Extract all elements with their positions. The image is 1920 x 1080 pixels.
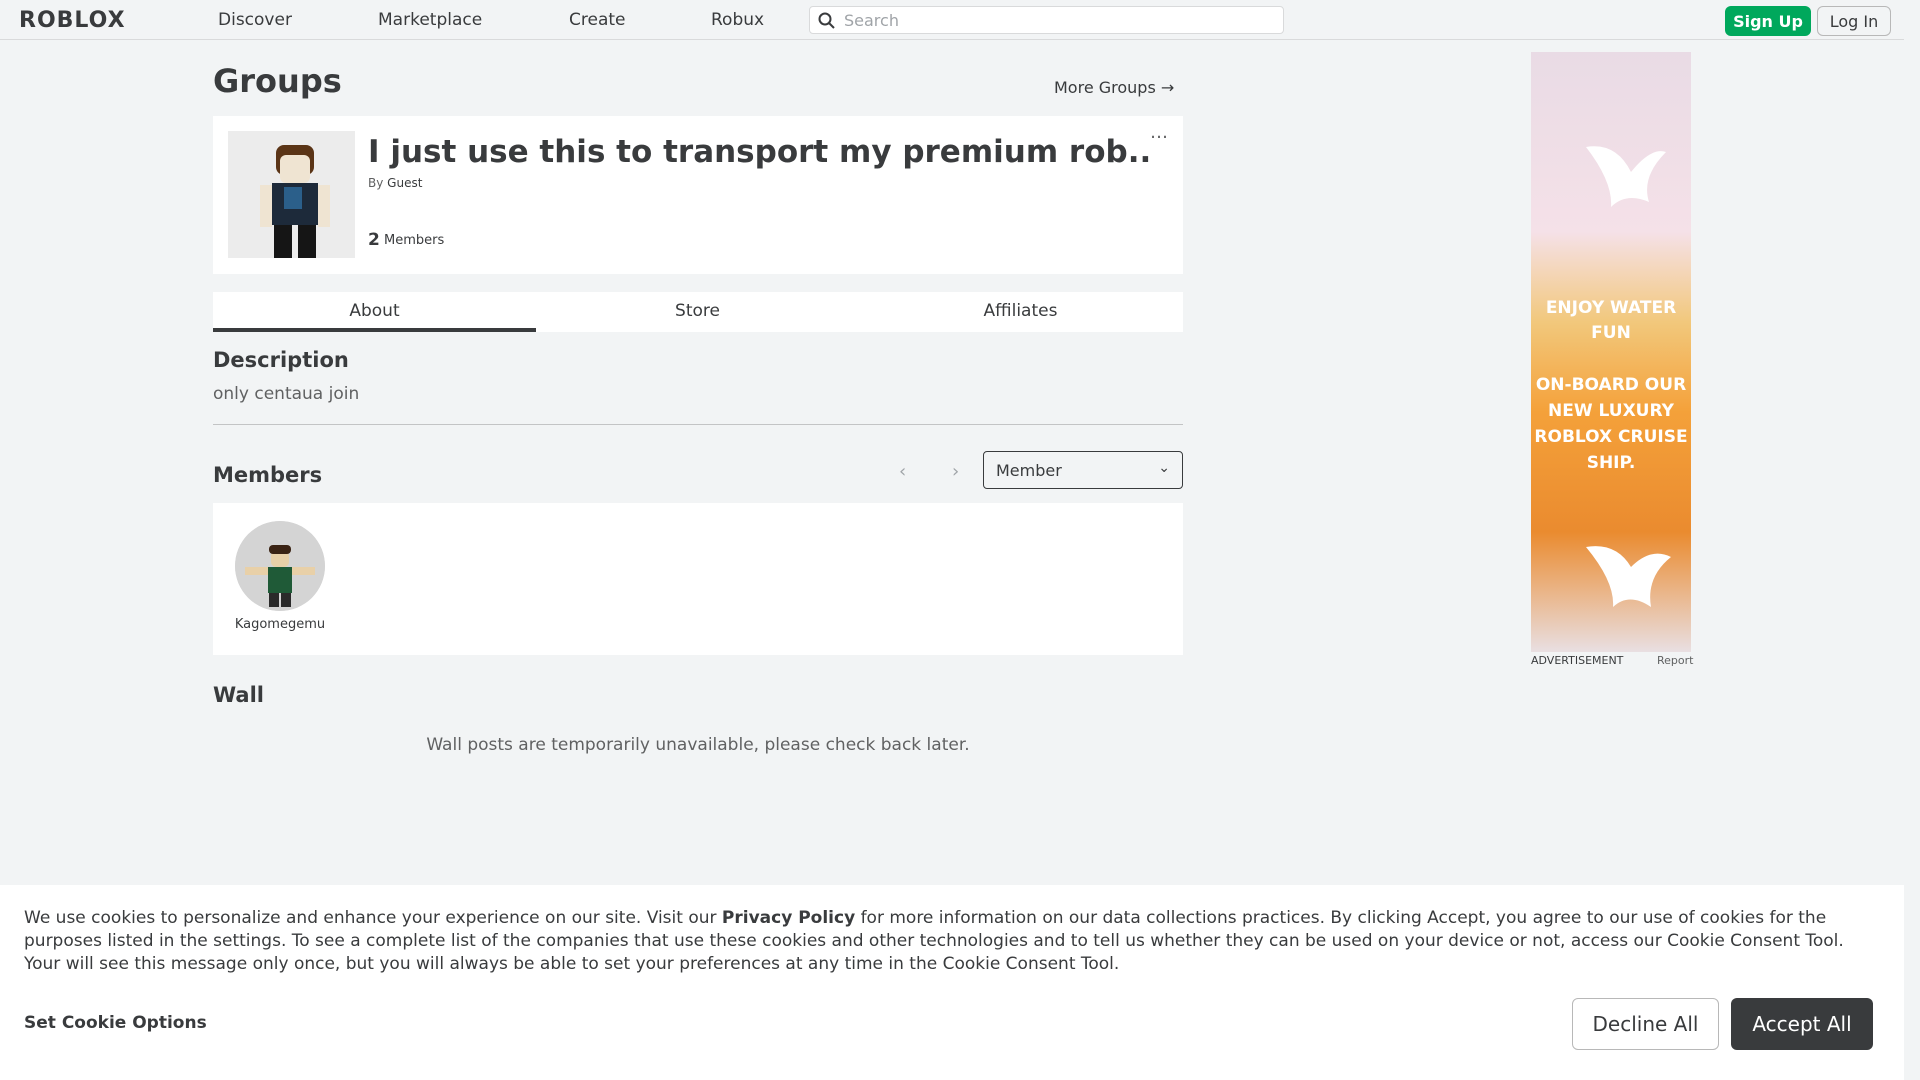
search-box[interactable]: [809, 6, 1284, 34]
tab-store[interactable]: Store: [536, 292, 859, 332]
member-name[interactable]: Kagomegemu: [221, 617, 339, 632]
chevron-down-icon: ⌄: [1158, 460, 1170, 476]
search-icon: [818, 12, 835, 29]
seagull-icon: [1586, 146, 1671, 607]
group-emblem-image: [228, 131, 355, 258]
advertisement-label: ADVERTISEMENT: [1531, 654, 1624, 667]
by-prefix: By: [368, 176, 384, 190]
description-text: only centaua join: [213, 384, 360, 404]
advertisement-banner[interactable]: ENJOY WATER FUN ON-BOARD OUR NEW LUXURY …: [1531, 52, 1691, 652]
description-heading: Description: [213, 348, 349, 372]
privacy-policy-link[interactable]: Privacy Policy: [722, 908, 855, 928]
sign-up-button[interactable]: Sign Up: [1725, 6, 1811, 36]
wall-heading: Wall: [213, 683, 264, 707]
ad-text-line: NEW LUXURY: [1548, 401, 1674, 421]
section-divider: [213, 424, 1183, 425]
previous-page-icon[interactable]: ‹: [899, 461, 906, 482]
decline-all-button[interactable]: Decline All: [1572, 998, 1719, 1050]
role-dropdown-value: Member: [996, 461, 1062, 480]
search-input[interactable]: [844, 10, 1274, 30]
group-header-card: I just use this to transport my premium …: [213, 116, 1183, 274]
nav-create[interactable]: Create: [569, 10, 626, 30]
ad-text-line: ENJOY WATER: [1545, 298, 1677, 318]
wall-unavailable-message: Wall posts are temporarily unavailable, …: [426, 735, 970, 755]
members-heading: Members: [213, 463, 323, 487]
roblox-logo[interactable]: ROBLOX: [19, 8, 126, 33]
nav-robux[interactable]: Robux: [711, 10, 764, 30]
tab-affiliates[interactable]: Affiliates: [859, 292, 1182, 332]
cookie-text-before: We use cookies to personalize and enhanc…: [24, 908, 722, 928]
group-owner-link[interactable]: Guest: [387, 176, 422, 190]
report-ad-link[interactable]: Report: [1657, 654, 1693, 667]
group-name: I just use this to transport my premium …: [368, 134, 1153, 170]
ad-text-line: ROBLOX CRUISE: [1534, 427, 1688, 447]
ad-text-line: ON-BOARD OUR: [1535, 375, 1687, 395]
top-navigation-bar: ROBLOX Discover Marketplace Create Robux…: [0, 0, 1904, 40]
member-count: 2: [368, 230, 380, 250]
avatar-figure-icon: [228, 131, 355, 258]
ad-text-line: SHIP.: [1586, 453, 1636, 473]
nav-discover[interactable]: Discover: [218, 10, 292, 30]
page-title: Groups: [213, 62, 342, 100]
log-in-button[interactable]: Log In: [1817, 6, 1891, 36]
group-tabs: About Store Affiliates: [213, 292, 1183, 332]
nav-marketplace[interactable]: Marketplace: [378, 10, 482, 30]
member-count-label: Members: [384, 233, 445, 248]
next-page-icon[interactable]: ›: [952, 461, 959, 482]
page-scrollbar[interactable]: [1904, 0, 1920, 1080]
set-cookie-options-link[interactable]: Set Cookie Options: [24, 1013, 207, 1033]
tab-about[interactable]: About: [213, 292, 536, 332]
role-dropdown[interactable]: Member ⌄: [983, 451, 1183, 489]
more-groups-link[interactable]: More Groups →: [1054, 78, 1174, 97]
avatar-figure-icon: [235, 521, 325, 611]
member-avatar[interactable]: [235, 521, 325, 611]
members-list: Kagomegemu: [213, 503, 1183, 655]
ad-text-line: FUN: [1591, 323, 1631, 343]
group-owner-line: By Guest: [368, 176, 422, 190]
cookie-consent-banner: We use cookies to personalize and enhanc…: [0, 885, 1904, 1080]
accept-all-button[interactable]: Accept All: [1731, 998, 1873, 1050]
cookie-consent-text: We use cookies to personalize and enhanc…: [24, 907, 1884, 976]
more-options-icon[interactable]: …: [1150, 124, 1169, 142]
